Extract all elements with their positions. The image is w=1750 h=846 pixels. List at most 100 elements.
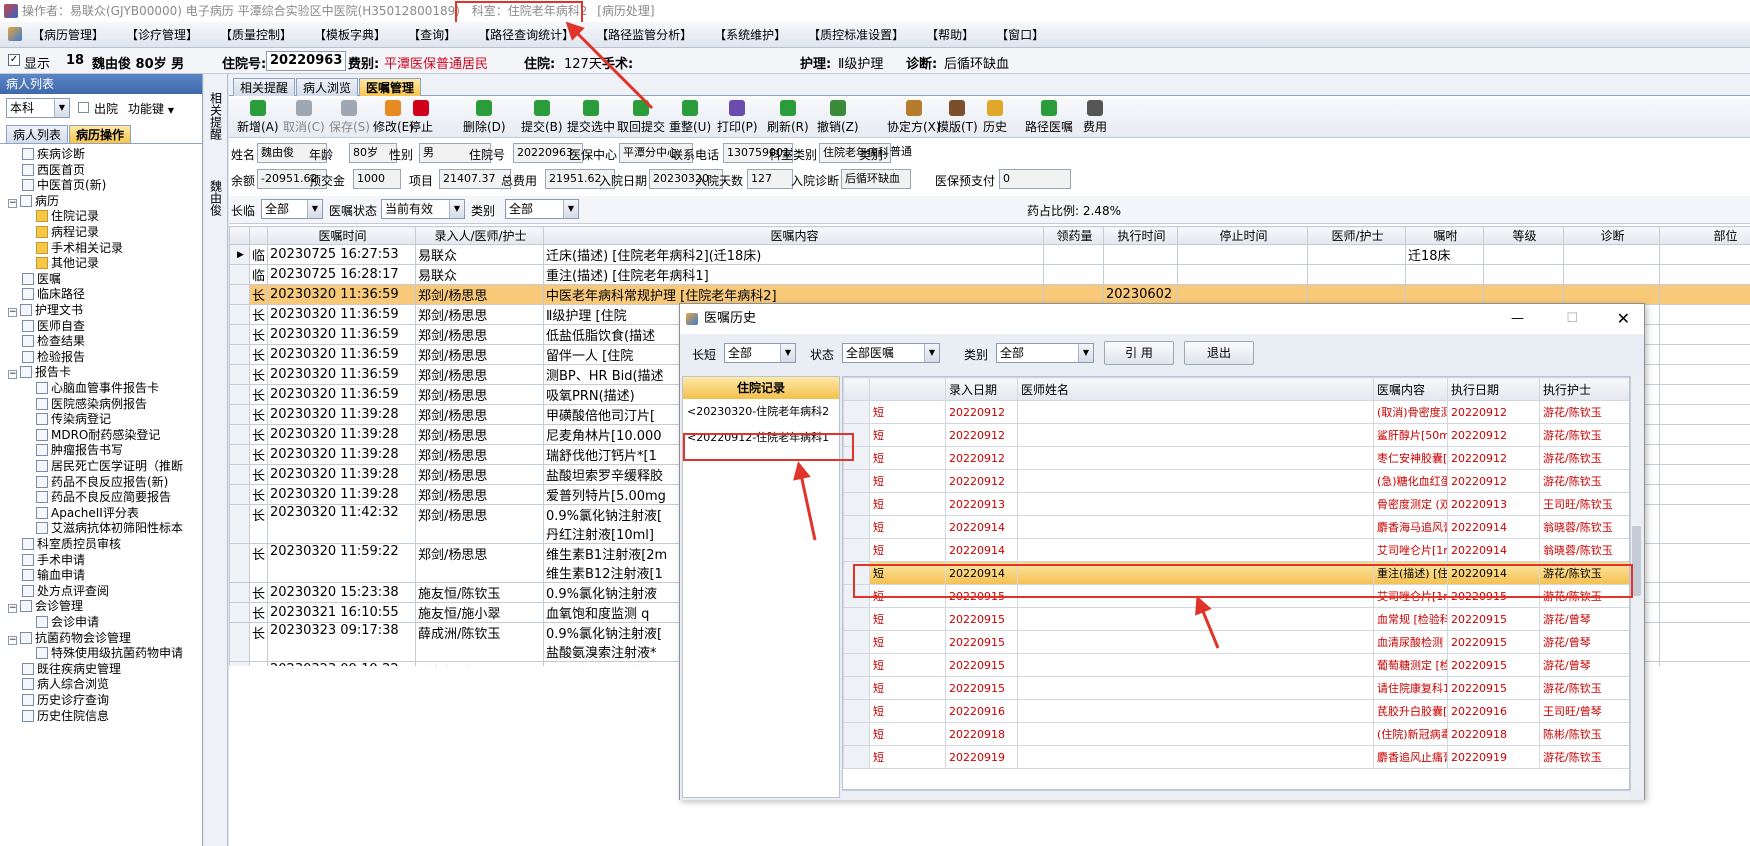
side-strip-reminder[interactable]: 相关提醒 bbox=[208, 80, 224, 152]
tree-item[interactable]: 艾滋病抗体初筛阳性标本 bbox=[36, 520, 183, 536]
history-column-header[interactable]: 执行护士 bbox=[1539, 377, 1629, 401]
tree-item[interactable]: 输血申请 bbox=[22, 567, 85, 583]
tree-item[interactable]: 医师自查 bbox=[22, 318, 85, 334]
minimize-icon[interactable]: — bbox=[1511, 304, 1524, 334]
menu-item-4[interactable]: 【查询】 bbox=[408, 22, 456, 48]
tree-item[interactable]: 会诊申请 bbox=[36, 614, 99, 630]
tree-item[interactable]: 处方点评查阅 bbox=[22, 583, 109, 599]
tree-item[interactable]: 其他记录 bbox=[36, 255, 99, 271]
toolbar-button-0[interactable]: 新增(A) bbox=[237, 100, 279, 135]
history-row[interactable]: 短20220915请住院康复科1会诊(描述) [住院内科1]20220915游花… bbox=[843, 676, 1629, 700]
tree-item[interactable]: − 病历 bbox=[8, 193, 59, 209]
history-row[interactable]: 短 20220915 血常规 [检验科] 20220915 游花/曾琴 bbox=[843, 607, 1629, 631]
history-row[interactable]: 短20220916芪胶升白胶囊[0.5g*36粒*盒]4粒 t.i.d 口服3天… bbox=[843, 699, 1629, 723]
tree-item[interactable]: MDRO耐药感染登记 bbox=[36, 427, 160, 443]
orders-column-header[interactable] bbox=[249, 226, 268, 245]
tree-item[interactable]: − 抗菌药物会诊管理 bbox=[8, 630, 131, 646]
orders-column-header[interactable]: 医嘱内容 bbox=[543, 226, 1044, 245]
orders-column-header[interactable]: 领药量 bbox=[1043, 226, 1104, 245]
orders-column-header[interactable]: 诊断 bbox=[1563, 226, 1660, 245]
dialog-long-short-select[interactable]: 全部 ▼ bbox=[724, 343, 796, 363]
main-tab-0[interactable]: 相关提醒 bbox=[233, 78, 296, 96]
dept-select[interactable]: 本科 ▼ bbox=[6, 98, 70, 118]
tree-item[interactable]: 检验报告 bbox=[22, 349, 85, 365]
function-key-button[interactable]: 功能键 ▼ bbox=[128, 100, 174, 117]
history-row[interactable]: 短20220915葡萄糖测定 [检验科]20220915游花/曾琴 bbox=[843, 653, 1629, 677]
menu-item-1[interactable]: 【诊疗管理】 bbox=[126, 22, 198, 48]
toolbar-button-7[interactable]: 提交选中 bbox=[567, 100, 615, 135]
expand-icon[interactable]: − bbox=[8, 635, 17, 645]
toolbar-button-6[interactable]: 提交(B) bbox=[521, 100, 563, 135]
tree-item[interactable]: ApacheII评分表 bbox=[36, 505, 139, 521]
tree-item[interactable]: 住院记录 bbox=[36, 208, 99, 224]
dialog-category-select[interactable]: 全部 ▼ bbox=[996, 343, 1094, 363]
toolbar-button-4[interactable]: 停止 bbox=[409, 100, 433, 135]
orders-column-header[interactable]: 等级 bbox=[1483, 226, 1564, 245]
orders-column-header[interactable]: 执行时间 bbox=[1103, 226, 1178, 245]
order-category-select[interactable]: 全部 ▼ bbox=[505, 199, 579, 219]
orders-column-header[interactable]: 录入人/医师/护士 bbox=[415, 226, 544, 245]
main-tab-2[interactable]: 医嘱管理 bbox=[359, 78, 422, 96]
toolbar-button-2[interactable]: 保存(S) bbox=[329, 100, 370, 135]
discharged-checkbox[interactable] bbox=[78, 102, 89, 113]
order-row[interactable]: ▶ 临 20230725 16:27:53 易联众 迁床(描述) [住院老年病科2](迁… bbox=[229, 244, 1750, 265]
left-tab-0[interactable]: 病人列表 bbox=[6, 125, 69, 143]
tree-item[interactable]: 检查结果 bbox=[22, 333, 85, 349]
tree-item[interactable]: 药品不良反应简要报告 bbox=[36, 489, 171, 505]
close-icon[interactable]: ✕ bbox=[1617, 304, 1630, 334]
history-row[interactable]: 短20220914艾司唑仑片[1mg*20片*1板]1mg qn 口服20220… bbox=[843, 538, 1629, 562]
record-item[interactable]: <20230320-住院老年病科2 bbox=[683, 399, 839, 425]
tree-item[interactable]: 医嘱 bbox=[22, 271, 61, 287]
tree-item[interactable]: 心脑血管事件报告卡 bbox=[36, 380, 159, 396]
menu-item-9[interactable]: 【帮助】 bbox=[926, 22, 974, 48]
tree-item[interactable]: − 报告卡 bbox=[8, 364, 71, 380]
tree-item[interactable]: 特殊使用级抗菌药物申请 bbox=[36, 645, 183, 661]
toolbar-button-13[interactable]: 协定方(X) bbox=[887, 100, 941, 135]
scrollbar-thumb[interactable] bbox=[1632, 526, 1641, 596]
tree-item[interactable]: 医院感染病例报告 bbox=[36, 396, 147, 412]
expand-icon[interactable]: − bbox=[8, 308, 17, 317]
main-tab-1[interactable]: 病人浏览 bbox=[296, 78, 359, 96]
long-short-select[interactable]: 全部 ▼ bbox=[261, 199, 323, 219]
history-row[interactable]: 短20220919麝香追风止痛膏[7cm*10cm*4贴*1盒]2贴 [出] q… bbox=[843, 745, 1629, 769]
toolbar-button-10[interactable]: 打印(P) bbox=[717, 100, 758, 135]
toolbar-button-5[interactable]: 删除(D) bbox=[463, 100, 506, 135]
tree-item[interactable]: 居民死亡医学证明（推断 bbox=[36, 458, 183, 474]
order-status-select[interactable]: 当前有效 ▼ bbox=[381, 199, 465, 219]
tree-item[interactable]: 疾病诊断 bbox=[22, 146, 85, 162]
history-hscrollbar[interactable] bbox=[842, 790, 1630, 800]
history-column-header[interactable]: 医师姓名 bbox=[1017, 377, 1374, 401]
history-row[interactable]: 短20220912(取消)骨密度测定 [住院老年病科1]20220912游花/陈… bbox=[843, 400, 1629, 424]
history-row[interactable]: 短20220912(急)糖化血红蛋白测定 st [检验科]20220912游花/… bbox=[843, 469, 1629, 493]
tree-item[interactable]: 历史住院信息 bbox=[22, 708, 109, 724]
tree-item[interactable]: 临床路径 bbox=[22, 286, 85, 302]
history-row[interactable]: 短20220913骨密度测定 (双能X线骨密度机) [体检中心]20220913… bbox=[843, 492, 1629, 516]
menu-item-7[interactable]: 【系统维护】 bbox=[714, 22, 786, 48]
tree-item[interactable]: 肿瘤报告书写 bbox=[36, 442, 123, 458]
tree-item[interactable]: 科室质控员审核 bbox=[22, 536, 121, 552]
history-column-header[interactable]: 执行日期 bbox=[1447, 377, 1540, 401]
inpatient-no-field[interactable]: 20220963 bbox=[266, 51, 347, 71]
expand-icon[interactable]: − bbox=[8, 370, 17, 380]
menu-item-5[interactable]: 【路径查询统计】 bbox=[478, 22, 574, 48]
toolbar-button-3[interactable]: 修改(E) bbox=[373, 100, 414, 135]
left-tab-1[interactable]: 病历操作 bbox=[69, 125, 132, 143]
tree-item[interactable]: 中医首页(新) bbox=[22, 177, 106, 193]
tree-item[interactable]: 既往疾病史管理 bbox=[22, 661, 121, 677]
maximize-icon[interactable]: ☐ bbox=[1566, 304, 1578, 334]
toolbar-button-14[interactable]: 模版(T) bbox=[937, 100, 978, 135]
tree-item[interactable]: 手术申请 bbox=[22, 552, 85, 568]
menu-item-2[interactable]: 【质量控制】 bbox=[220, 22, 292, 48]
toolbar-button-8[interactable]: 取回提交 bbox=[617, 100, 665, 135]
orders-column-header[interactable]: 医嘱时间 bbox=[267, 226, 416, 245]
exit-button[interactable]: 退出 bbox=[1184, 341, 1254, 365]
dialog-status-select[interactable]: 全部医嘱 ▼ bbox=[842, 343, 940, 363]
show-checkbox[interactable]: ✓ bbox=[8, 54, 20, 66]
menu-item-6[interactable]: 【路径监管分析】 bbox=[596, 22, 692, 48]
orders-column-header[interactable]: 医师/护士 bbox=[1307, 226, 1406, 245]
tree-item[interactable]: 病人综合浏览 bbox=[22, 676, 109, 692]
menu-item-10[interactable]: 【窗口】 bbox=[996, 22, 1044, 48]
menu-item-0[interactable]: 【病历管理】 bbox=[32, 22, 104, 48]
tree-item[interactable]: − 会诊管理 bbox=[8, 598, 83, 614]
quote-button[interactable]: 引 用 bbox=[1104, 341, 1174, 365]
